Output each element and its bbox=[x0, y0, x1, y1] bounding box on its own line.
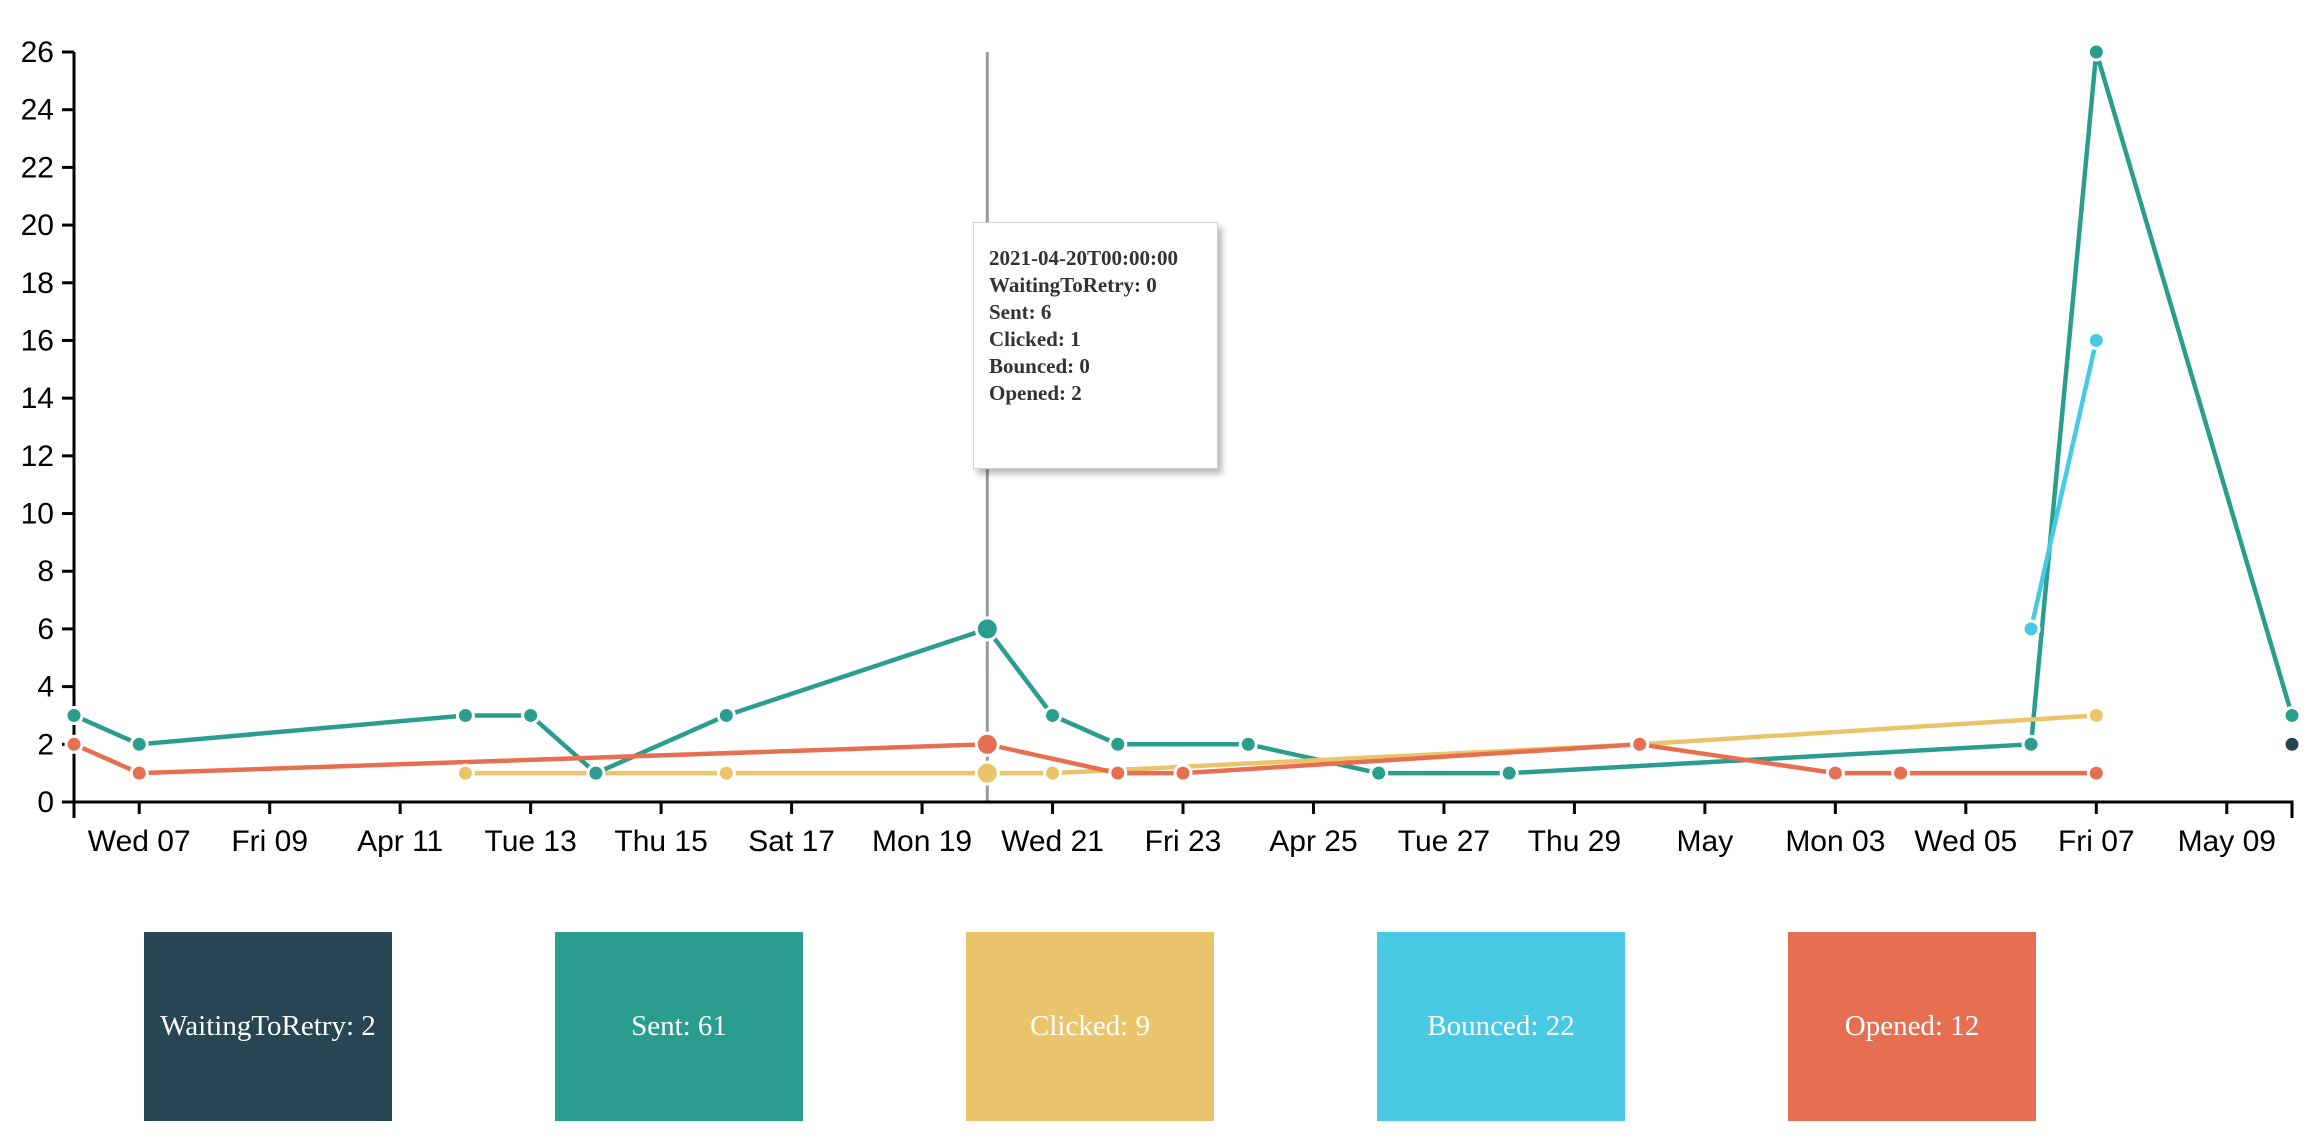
data-point-opened bbox=[1108, 763, 1128, 783]
y-tick-label: 22 bbox=[21, 151, 54, 184]
x-tick-label: May 09 bbox=[2178, 825, 2276, 858]
data-point-bounced bbox=[2086, 330, 2106, 350]
y-tick-label: 12 bbox=[21, 440, 54, 473]
y-tick-label: 4 bbox=[37, 671, 54, 704]
y-tick-label: 10 bbox=[21, 498, 54, 531]
legend-waitingtoretry[interactable]: WaitingToRetry: 2 bbox=[144, 932, 392, 1121]
x-tick-label: Wed 21 bbox=[1001, 825, 1104, 858]
data-point-waitingtoretry bbox=[2282, 734, 2302, 754]
data-point-sent bbox=[586, 763, 606, 783]
legend-bounced[interactable]: Bounced: 22 bbox=[1377, 932, 1625, 1121]
legend-waitingtoretry-label: WaitingToRetry: 2 bbox=[160, 1010, 376, 1042]
y-axis: 02468101214161820222426 bbox=[21, 36, 76, 819]
x-tick-label: Thu 29 bbox=[1528, 825, 1621, 858]
x-tick-label: May bbox=[1677, 825, 1734, 858]
x-tick-label: Apr 25 bbox=[1269, 825, 1357, 858]
tooltip-date: 2021-04-20T00:00:00 bbox=[989, 246, 1178, 270]
y-tick-label: 26 bbox=[21, 36, 54, 69]
legend-sent-label: Sent: 61 bbox=[631, 1010, 727, 1042]
data-point-sent bbox=[2086, 42, 2106, 62]
data-point-opened bbox=[129, 763, 149, 783]
y-tick-label: 16 bbox=[21, 324, 54, 357]
x-tick-label: Mon 19 bbox=[872, 825, 972, 858]
data-point-sent bbox=[1043, 705, 1063, 725]
data-point-sent bbox=[521, 705, 541, 725]
data-point-sent bbox=[1108, 734, 1128, 754]
legend-opened[interactable]: Opened: 12 bbox=[1788, 932, 2036, 1121]
y-tick-label: 14 bbox=[21, 382, 54, 415]
x-tick-label: Thu 15 bbox=[614, 825, 707, 858]
data-point-clicked bbox=[455, 763, 475, 783]
legend-opened-label: Opened: 12 bbox=[1844, 1010, 1980, 1042]
data-point-sent bbox=[2282, 705, 2302, 725]
data-point-clicked bbox=[716, 763, 736, 783]
data-point-sent bbox=[1369, 763, 1389, 783]
data-point-opened bbox=[974, 731, 1000, 757]
x-tick-label: Apr 11 bbox=[357, 825, 443, 858]
legend-sent[interactable]: Sent: 61 bbox=[555, 932, 803, 1121]
data-point-clicked bbox=[2086, 705, 2106, 725]
data-point-clicked bbox=[1043, 763, 1063, 783]
legend-bounced-label: Bounced: 22 bbox=[1427, 1010, 1575, 1042]
data-point-bounced bbox=[2021, 619, 2041, 639]
x-tick-label: Tue 13 bbox=[484, 825, 576, 858]
data-point-sent bbox=[1499, 763, 1519, 783]
x-axis: Wed 07 Fri 09 Apr 11 Tue 13 Thu 15 Sat 17 Mon … bbox=[72, 800, 2294, 858]
x-tick-label: Tue 27 bbox=[1398, 825, 1490, 858]
x-tick-label: Sat 17 bbox=[748, 825, 835, 858]
tooltip: 2021-04-20T00:00:00 WaitingToRetry: 0 Se… bbox=[973, 222, 1218, 469]
tooltip-waitingtoretry: WaitingToRetry: 0 bbox=[989, 273, 1157, 297]
y-tick-label: 24 bbox=[21, 94, 54, 127]
data-point-sent bbox=[129, 734, 149, 754]
y-tick-label: 18 bbox=[21, 267, 54, 300]
y-tick-label: 0 bbox=[37, 786, 54, 819]
tooltip-sent: Sent: 6 bbox=[989, 300, 1052, 324]
y-tick-label: 2 bbox=[37, 728, 54, 761]
x-tick-label: Wed 07 bbox=[88, 825, 191, 858]
data-point-sent bbox=[1238, 734, 1258, 754]
x-tick-label: Fri 23 bbox=[1145, 825, 1222, 858]
x-tick-label: Fri 09 bbox=[231, 825, 308, 858]
y-tick-label: 8 bbox=[37, 555, 54, 588]
data-point-sent bbox=[716, 705, 736, 725]
tooltip-opened: Opened: 2 bbox=[989, 381, 1082, 405]
data-point-sent bbox=[2021, 734, 2041, 754]
legend-clicked[interactable]: Clicked: 9 bbox=[966, 932, 1214, 1121]
y-tick-label: 20 bbox=[21, 209, 54, 242]
data-point-sent bbox=[974, 616, 1000, 642]
data-point-opened bbox=[1891, 763, 1911, 783]
tooltip-bounced: Bounced: 0 bbox=[989, 354, 1090, 378]
x-tick-label: Mon 03 bbox=[1785, 825, 1885, 858]
data-point-opened bbox=[1825, 763, 1845, 783]
data-point-opened bbox=[1173, 763, 1193, 783]
y-tick-label: 6 bbox=[37, 613, 54, 646]
data-point-sent bbox=[455, 705, 475, 725]
data-point-opened bbox=[1630, 734, 1650, 754]
data-point-clicked bbox=[974, 760, 1000, 786]
data-point-opened bbox=[64, 734, 84, 754]
tooltip-clicked: Clicked: 1 bbox=[989, 327, 1081, 351]
legend-clicked-label: Clicked: 9 bbox=[1029, 1010, 1150, 1042]
x-tick-label: Wed 05 bbox=[1914, 825, 2017, 858]
data-point-opened bbox=[2086, 763, 2106, 783]
data-point-sent bbox=[64, 705, 84, 725]
x-tick-label: Fri 07 bbox=[2058, 825, 2135, 858]
